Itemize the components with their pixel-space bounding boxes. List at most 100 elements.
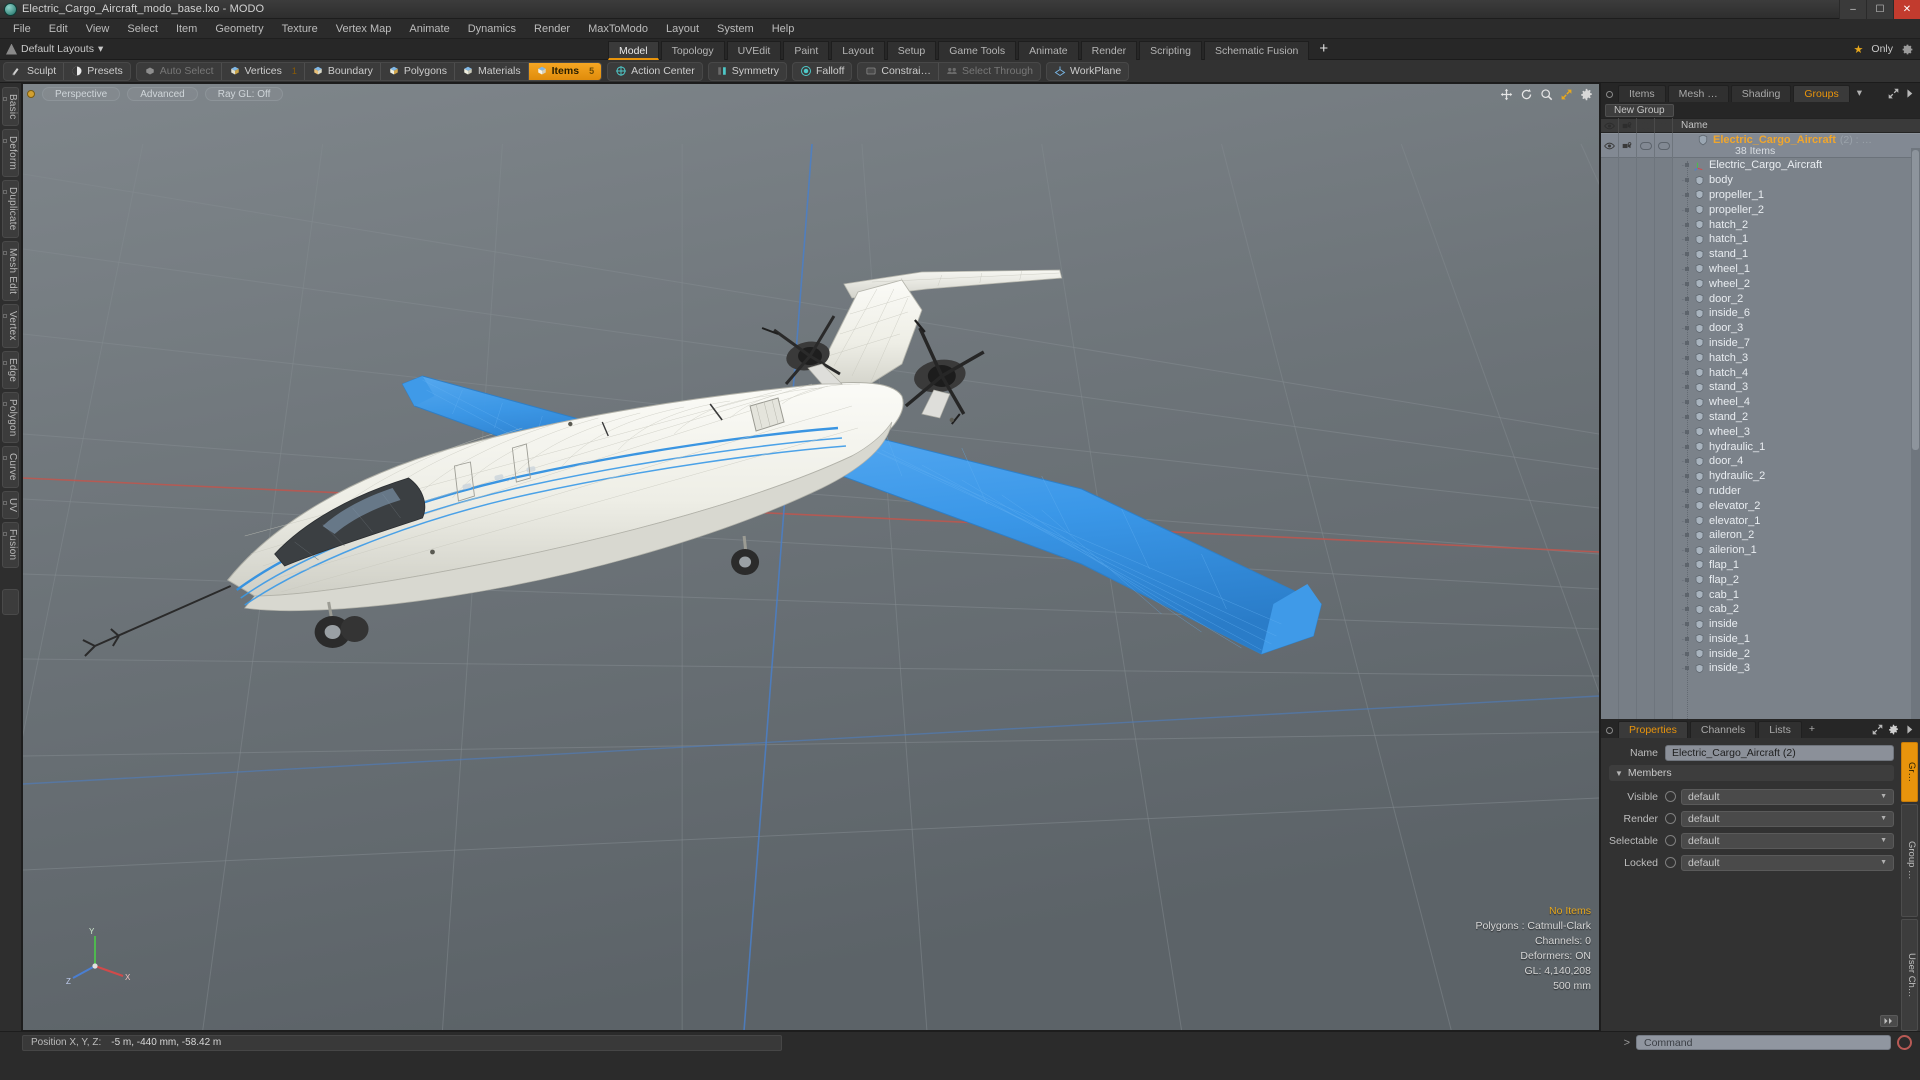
column-header-render[interactable]: [1619, 118, 1637, 133]
panel-tab-groups[interactable]: Groups: [1793, 85, 1850, 102]
properties-tab-properties[interactable]: Properties: [1618, 721, 1688, 738]
item-list-row[interactable]: ∙∙ inside_6: [1601, 306, 1920, 321]
menu-item-geometry[interactable]: Geometry: [206, 19, 272, 39]
layout-tab-paint[interactable]: Paint: [783, 41, 830, 60]
property-dropdown-render[interactable]: default ▼: [1681, 810, 1894, 827]
item-list-row[interactable]: ∙∙ ailerion_1: [1601, 543, 1920, 558]
left-tab-mesh-edit[interactable]: Mesh Edit: [2, 240, 19, 302]
members-section-header[interactable]: ▼ Members: [1609, 765, 1894, 781]
left-tab-curve[interactable]: Curve: [2, 446, 19, 489]
command-record-icon[interactable]: [1897, 1035, 1912, 1050]
properties-side-tab-1[interactable]: Group …: [1901, 804, 1918, 917]
toolbar-button-items[interactable]: Items 5: [528, 62, 602, 80]
property-override-toggle[interactable]: [1665, 835, 1676, 846]
viewport-raygl-toggle[interactable]: Ray GL: Off: [204, 87, 284, 101]
item-list-row[interactable]: ∙∙ rudder: [1601, 484, 1920, 499]
scrollbar-thumb[interactable]: [1912, 150, 1919, 450]
property-override-toggle[interactable]: [1665, 857, 1676, 868]
item-list-row[interactable]: ∙∙ hatch_1: [1601, 232, 1920, 247]
layout-tab-animate[interactable]: Animate: [1018, 41, 1079, 60]
toolbar-button-vertices[interactable]: Vertices 1: [222, 62, 305, 80]
toolbar-button-auto-select[interactable]: Auto Select: [137, 62, 222, 80]
item-list-row[interactable]: ∙∙ flap_2: [1601, 572, 1920, 587]
item-list-row[interactable]: ∙∙ propeller_2: [1601, 202, 1920, 217]
item-list-row[interactable]: ∙∙ hatch_4: [1601, 365, 1920, 380]
layout-tab-game-tools[interactable]: Game Tools: [938, 41, 1017, 60]
item-list-row[interactable]: ∙∙ stand_2: [1601, 410, 1920, 425]
item-list-row[interactable]: ∙∙ inside_7: [1601, 336, 1920, 351]
menu-item-render[interactable]: Render: [525, 19, 579, 39]
row-visible-toggle[interactable]: [1601, 133, 1619, 158]
properties-more-chevron-icon[interactable]: [1904, 724, 1915, 735]
menu-item-view[interactable]: View: [77, 19, 119, 39]
toolbar-button-symmetry[interactable]: Symmetry: [709, 63, 786, 80]
item-list-row[interactable]: ∙∙ door_3: [1601, 321, 1920, 336]
menu-item-texture[interactable]: Texture: [273, 19, 327, 39]
item-list-row[interactable]: ∙∙ stand_1: [1601, 247, 1920, 262]
item-list-row[interactable]: ∙∙ inside_3: [1601, 661, 1920, 676]
item-list-row[interactable]: ∙∙ stand_3: [1601, 380, 1920, 395]
item-list-row[interactable]: ∙∙ door_4: [1601, 454, 1920, 469]
properties-add-tab[interactable]: +: [1804, 721, 1820, 738]
item-list-row[interactable]: ∙∙ aileron_2: [1601, 528, 1920, 543]
toolbar-button-constrai[interactable]: Constrai…: [858, 62, 939, 80]
command-input[interactable]: Command: [1636, 1035, 1891, 1050]
property-override-toggle[interactable]: [1665, 791, 1676, 802]
toolbar-button-boundary[interactable]: Boundary: [305, 62, 381, 80]
name-input[interactable]: Electric_Cargo_Aircraft (2): [1665, 744, 1894, 761]
viewport-mode-perspective[interactable]: Perspective: [42, 87, 121, 101]
menu-item-edit[interactable]: Edit: [40, 19, 77, 39]
toolbar-button-presets[interactable]: Presets: [64, 63, 130, 80]
layout-tab-layout[interactable]: Layout: [831, 41, 885, 60]
layout-tab-topology[interactable]: Topology: [660, 41, 725, 60]
layout-tab-model[interactable]: Model: [608, 41, 659, 60]
menu-item-dynamics[interactable]: Dynamics: [459, 19, 525, 39]
properties-side-tab-2[interactable]: User Ch…: [1901, 918, 1918, 1031]
item-list-row[interactable]: ∙∙ wheel_4: [1601, 395, 1920, 410]
panel-tab-chevron-icon[interactable]: ▾: [1852, 85, 1867, 102]
menu-item-system[interactable]: System: [708, 19, 763, 39]
menu-item-animate[interactable]: Animate: [400, 19, 458, 39]
property-dropdown-visible[interactable]: default ▼: [1681, 788, 1894, 805]
toolbar-button-action-center[interactable]: Action Center: [608, 63, 702, 80]
item-list-row[interactable]: ∙∙ elevator_1: [1601, 513, 1920, 528]
item-list-row[interactable]: ∙∙ inside: [1601, 617, 1920, 632]
maximize-button[interactable]: ☐: [1866, 0, 1893, 19]
selected-group-row[interactable]: Electric_Cargo_Aircraft (2) : … 38 Items: [1601, 133, 1920, 158]
property-dropdown-locked[interactable]: default ▼: [1681, 854, 1894, 871]
row-shaded-toggle[interactable]: [1637, 133, 1655, 158]
left-tab-uv[interactable]: UV: [2, 491, 19, 520]
properties-expand-icon[interactable]: [1872, 724, 1883, 735]
item-list-row[interactable]: ∙∙ Electric_Cargo_Aircraft: [1601, 158, 1920, 173]
toolbar-button-select-through[interactable]: Select Through: [939, 63, 1040, 80]
properties-tab-channels[interactable]: Channels: [1689, 721, 1757, 738]
item-list-row[interactable]: ∙∙ cab_1: [1601, 587, 1920, 602]
zoom-view-icon[interactable]: [1540, 88, 1553, 101]
toolbar-button-workplane[interactable]: WorkPlane: [1047, 63, 1128, 80]
properties-tab-lists[interactable]: Lists: [1758, 721, 1802, 738]
viewport-container[interactable]: Perspective Advanced Ray GL: Off No Item…: [22, 83, 1600, 1031]
properties-gear-icon[interactable]: [1888, 724, 1899, 735]
viewport-indicator-dot[interactable]: [27, 90, 35, 98]
item-list-row[interactable]: ∙∙ wheel_2: [1601, 276, 1920, 291]
item-list-row[interactable]: ∙∙ body: [1601, 173, 1920, 188]
layout-tab-render[interactable]: Render: [1080, 41, 1138, 60]
item-list-row[interactable]: ∙∙ door_2: [1601, 291, 1920, 306]
left-tab-polygon[interactable]: Polygon: [2, 391, 19, 444]
menu-item-maxtomodo[interactable]: MaxToModo: [579, 19, 657, 39]
left-tab-fusion[interactable]: Fusion: [2, 522, 19, 568]
viewport-3d[interactable]: Perspective Advanced Ray GL: Off No Item…: [23, 84, 1599, 1030]
menu-item-file[interactable]: File: [4, 19, 40, 39]
panel-tab-mesh[interactable]: Mesh …: [1667, 85, 1729, 102]
minimize-button[interactable]: –: [1839, 0, 1866, 19]
viewport-settings-gear-icon[interactable]: [1580, 88, 1593, 101]
move-view-icon[interactable]: [1500, 88, 1513, 101]
column-header-wireframe[interactable]: [1655, 118, 1673, 133]
close-button[interactable]: ✕: [1893, 0, 1920, 19]
rotate-view-icon[interactable]: [1520, 88, 1533, 101]
item-list-row[interactable]: ∙∙ hydraulic_1: [1601, 439, 1920, 454]
item-list-row[interactable]: ∙∙ hatch_2: [1601, 217, 1920, 232]
layout-tab-setup[interactable]: Setup: [886, 41, 937, 60]
item-list-row[interactable]: ∙∙ wheel_1: [1601, 262, 1920, 277]
menu-item-vertex-map[interactable]: Vertex Map: [327, 19, 401, 39]
